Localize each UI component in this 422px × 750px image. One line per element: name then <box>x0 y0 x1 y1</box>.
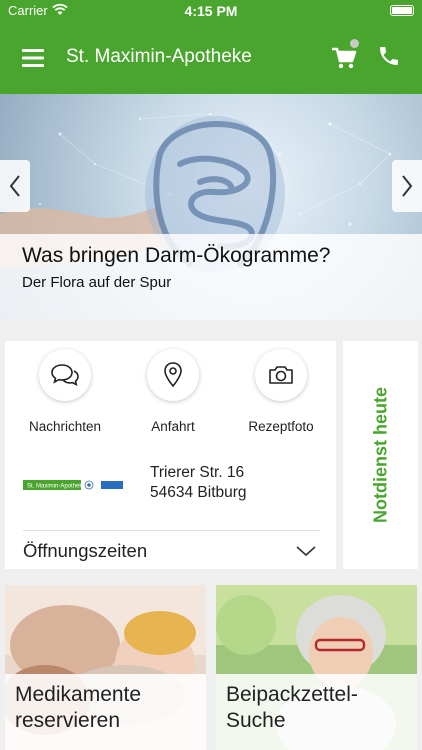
camera-icon <box>255 349 307 401</box>
carousel-next-button[interactable] <box>392 160 422 212</box>
tile-label: Beipackzettel- Suche <box>216 674 417 750</box>
address-street: Trierer Str. 16 <box>150 464 245 481</box>
pharmacy-logo: St. Maximin-Apotheke <box>23 480 123 490</box>
chevron-right-icon <box>402 175 413 197</box>
chat-icon <box>39 349 91 401</box>
address-city: 54634 Bitburg <box>150 484 247 501</box>
hero-subtitle: Der Flora auf der Spur <box>22 274 172 291</box>
directions-label: Anfahrt <box>151 419 195 434</box>
hero-title: Was bringen Darm-Ökogramme? <box>22 244 331 267</box>
package-insert-search-tile[interactable]: Beipackzettel- Suche <box>216 585 417 750</box>
pharmacy-info-card: Nachrichten Anfahrt Rezeptfoto St. Maxim… <box>5 341 336 569</box>
cart-icon[interactable] <box>330 44 358 72</box>
app-title: St. Maximin-Apotheke <box>66 46 252 67</box>
tile-label-line: reservieren <box>15 709 121 732</box>
tile-label-line: Beipackzettel- <box>226 683 358 706</box>
directions-button[interactable]: Anfahrt <box>118 349 228 434</box>
tile-label: Medikamente reservieren <box>5 674 206 750</box>
pharmacy-address[interactable]: Trierer Str. 16 54634 Bitburg <box>150 463 247 503</box>
opening-hours-toggle[interactable]: Öffnungszeiten <box>23 540 147 562</box>
svg-text:St. Maximin-Apotheke: St. Maximin-Apotheke <box>27 484 86 490</box>
hero-caption: Was bringen Darm-Ökogramme? Der Flora au… <box>0 234 422 320</box>
messages-button[interactable]: Nachrichten <box>10 349 120 434</box>
cart-badge <box>350 39 359 48</box>
emergency-service-label: Notdienst heute <box>370 386 390 524</box>
hero-banner[interactable]: Was bringen Darm-Ökogramme? Der Flora au… <box>0 94 422 320</box>
battery-icon <box>390 5 414 16</box>
prescription-photo-button[interactable]: Rezeptfoto <box>226 349 336 434</box>
chevron-down-icon[interactable] <box>295 544 317 558</box>
divider <box>23 530 320 531</box>
app-bar: St. Maximin-Apotheke <box>0 22 422 94</box>
tile-label-line: Suche <box>226 709 286 732</box>
reserve-medication-tile[interactable]: Medikamente reservieren <box>5 585 206 750</box>
chevron-left-icon <box>9 175 20 197</box>
messages-label: Nachrichten <box>28 419 102 434</box>
clock: 4:15 PM <box>184 3 238 19</box>
phone-icon[interactable] <box>377 44 401 68</box>
tile-label-line: Medikamente <box>15 683 142 706</box>
prescription-photo-label: Rezeptfoto <box>248 419 314 434</box>
emergency-service-card[interactable]: Notdienst heute <box>343 341 418 569</box>
status-bar: Carrier 4:15 PM <box>0 0 422 22</box>
location-pin-icon <box>147 349 199 401</box>
menu-icon[interactable] <box>22 48 44 68</box>
carousel-prev-button[interactable] <box>0 160 30 212</box>
